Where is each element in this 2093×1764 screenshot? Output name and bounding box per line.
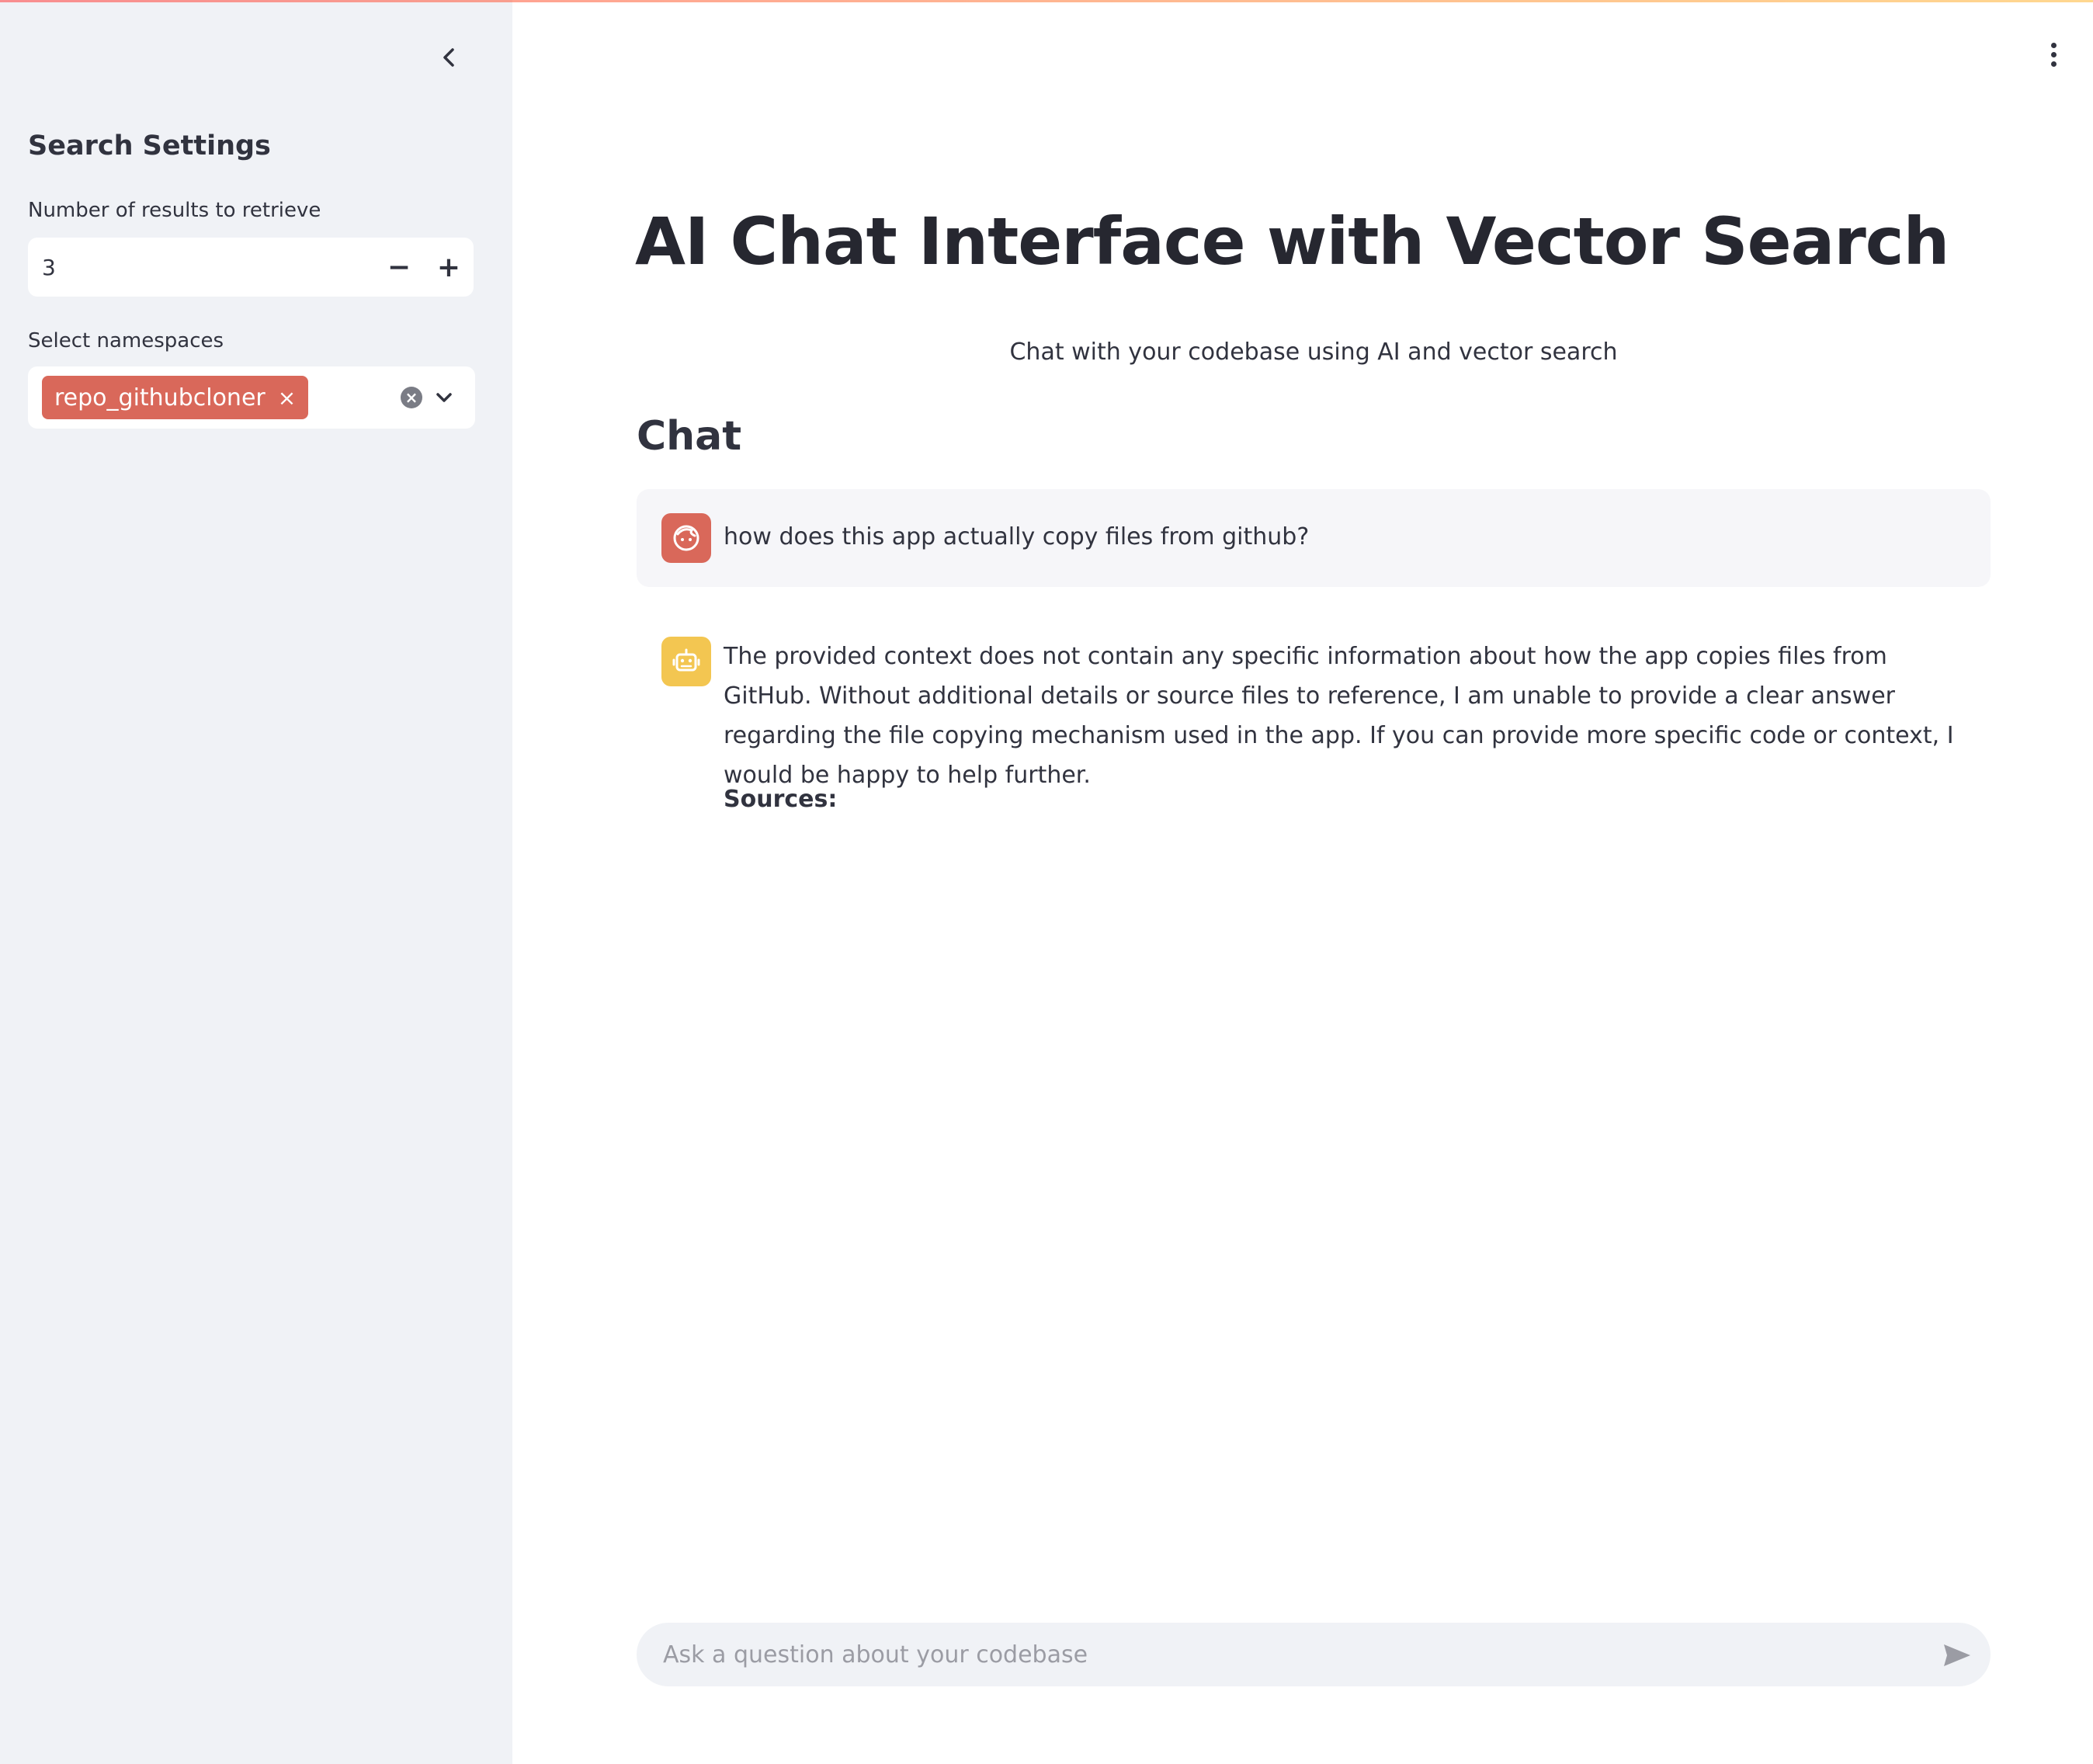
top-decoration-bar	[0, 0, 2093, 2]
menu-dot	[2050, 61, 2057, 67]
dropdown-toggle[interactable]	[430, 384, 458, 411]
clear-circle-icon[interactable]: ×	[401, 387, 422, 408]
assistant-message-text: The provided context does not contain an…	[724, 643, 1954, 789]
user-message-text: how does this app actually copy files fr…	[724, 523, 1310, 550]
num-results-value[interactable]: 3	[28, 255, 374, 280]
num-results-label: Number of results to retrieve	[28, 199, 321, 222]
increment-button[interactable]: +	[424, 238, 474, 297]
send-button[interactable]	[1938, 1638, 1977, 1672]
chevron-down-icon	[436, 393, 452, 402]
chip-remove-icon[interactable]: ×	[278, 385, 296, 411]
namespace-chip-label: repo_githubcloner	[54, 384, 266, 411]
robot-icon	[672, 648, 700, 672]
sidebar-title: Search Settings	[28, 130, 271, 161]
menu-dot	[2050, 51, 2057, 57]
namespaces-label: Select namespaces	[28, 329, 224, 352]
sidebar: Search Settings Number of results to ret…	[0, 0, 512, 1764]
menu-dot	[2050, 42, 2057, 48]
chat-message-user: how does this app actually copy files fr…	[637, 489, 1991, 587]
collapse-sidebar-button[interactable]	[432, 40, 466, 75]
user-avatar	[661, 513, 711, 563]
user-face-icon	[673, 525, 699, 551]
num-results-input[interactable]: 3 − +	[28, 238, 474, 297]
sources-label: Sources:	[724, 786, 838, 813]
decrement-button[interactable]: −	[374, 238, 424, 297]
page-title: AI Chat Interface with Vector Search	[635, 203, 1949, 280]
namespace-chip[interactable]: repo_githubcloner ×	[42, 376, 309, 419]
send-icon	[1944, 1644, 1970, 1666]
namespaces-multiselect[interactable]: repo_githubcloner × ×	[28, 366, 475, 429]
chevron-left-icon	[443, 48, 454, 67]
page-subtitle: Chat with your codebase using AI and vec…	[1009, 339, 1618, 366]
app-root: Search Settings Number of results to ret…	[0, 0, 2093, 1764]
more-vertical-icon[interactable]	[2042, 37, 2065, 71]
chat-heading: Chat	[637, 413, 742, 460]
chat-message-assistant: The provided context does not contain an…	[637, 621, 1991, 823]
assistant-avatar	[661, 637, 711, 686]
chat-input[interactable]	[637, 1623, 1991, 1686]
